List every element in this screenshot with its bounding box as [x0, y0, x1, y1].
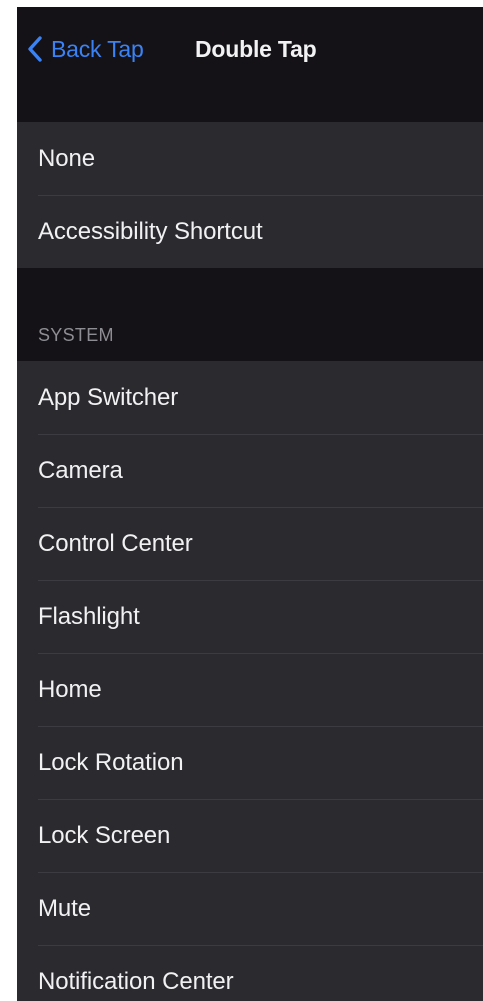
actions-group: None Accessibility Shortcut: [17, 122, 483, 268]
option-flashlight[interactable]: Flashlight: [17, 580, 483, 653]
option-label: Control Center: [38, 529, 193, 557]
option-label: Mute: [38, 894, 91, 922]
option-accessibility-shortcut[interactable]: Accessibility Shortcut: [17, 195, 483, 268]
option-label: Home: [38, 675, 102, 703]
option-label: Notification Center: [38, 967, 234, 995]
navigation-bar: Back Tap Double Tap: [17, 7, 483, 92]
option-label: App Switcher: [38, 383, 179, 411]
option-notification-center[interactable]: Notification Center: [17, 945, 483, 1001]
option-label: Lock Screen: [38, 821, 171, 849]
option-lock-rotation[interactable]: Lock Rotation: [17, 726, 483, 799]
option-label: None: [38, 144, 95, 172]
option-mute[interactable]: Mute: [17, 872, 483, 945]
option-label: Camera: [38, 456, 123, 484]
option-app-switcher[interactable]: App Switcher: [17, 361, 483, 434]
page-title: Double Tap: [195, 36, 317, 62]
option-camera[interactable]: Camera: [17, 434, 483, 507]
chevron-left-icon: [27, 35, 43, 63]
option-label: Lock Rotation: [38, 748, 184, 776]
option-none[interactable]: None: [17, 122, 483, 195]
option-home[interactable]: Home: [17, 653, 483, 726]
system-group: App Switcher Camera Control Center Flash…: [17, 361, 483, 1001]
option-label: Accessibility Shortcut: [38, 217, 263, 245]
option-label: Flashlight: [38, 602, 140, 630]
back-button[interactable]: Back Tap: [27, 31, 144, 67]
option-lock-screen[interactable]: Lock Screen: [17, 799, 483, 872]
back-button-label: Back Tap: [51, 35, 144, 62]
option-control-center[interactable]: Control Center: [17, 507, 483, 580]
section-header-system: SYSTEM: [38, 325, 114, 345]
settings-screen: Back Tap Double Tap None Accessibility S…: [17, 7, 483, 1001]
